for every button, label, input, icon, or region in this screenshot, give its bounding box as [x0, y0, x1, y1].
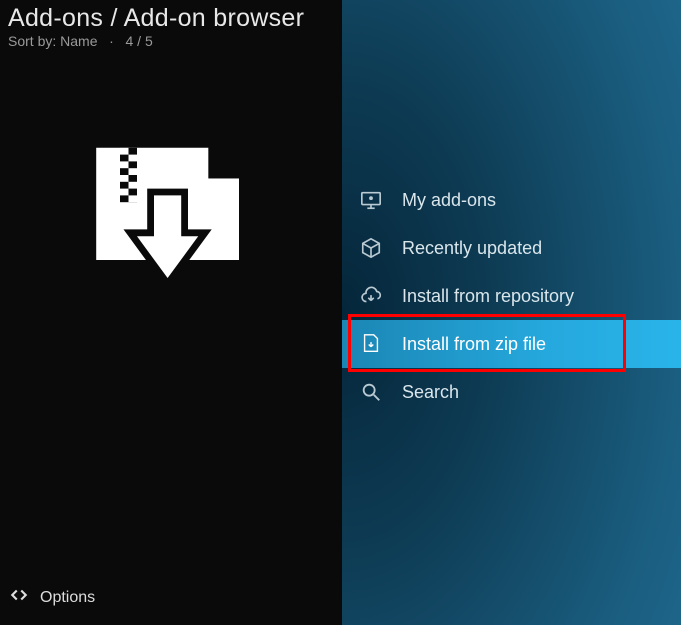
- menu-item-search[interactable]: Search: [342, 368, 681, 416]
- search-icon: [360, 381, 382, 403]
- sub-header: Sort by: Name · 4 / 5: [0, 33, 342, 49]
- left-panel: Add-ons / Add-on browser Sort by: Name ·…: [0, 0, 342, 625]
- monitor-icon: [360, 189, 382, 211]
- menu-label: Search: [402, 382, 459, 403]
- box-icon: [360, 237, 382, 259]
- menu-label: My add-ons: [402, 190, 496, 211]
- options-button[interactable]: Options: [10, 586, 95, 609]
- menu-item-recently-updated[interactable]: Recently updated: [342, 224, 681, 272]
- menu-item-my-addons[interactable]: My add-ons: [342, 176, 681, 224]
- zip-download-icon: [86, 141, 256, 299]
- separator: [101, 33, 109, 49]
- options-label: Options: [40, 589, 95, 607]
- header: Add-ons / Add-on browser: [0, 0, 342, 33]
- sort-label: Sort by: Name: [8, 33, 97, 49]
- breadcrumb: Add-ons / Add-on browser: [8, 4, 334, 33]
- menu-label: Install from zip file: [402, 334, 546, 355]
- menu-label: Install from repository: [402, 286, 574, 307]
- section-icon-zone: [0, 49, 342, 625]
- menu-item-install-zip[interactable]: Install from zip file: [342, 320, 681, 368]
- menu-label: Recently updated: [402, 238, 542, 259]
- cloud-download-icon: [360, 285, 382, 307]
- zip-file-icon: [360, 333, 382, 355]
- options-icon: [10, 586, 28, 609]
- menu-item-install-repository[interactable]: Install from repository: [342, 272, 681, 320]
- menu-panel: My add-ons Recently updated Install from…: [342, 0, 681, 625]
- item-counter: 4 / 5: [126, 33, 153, 49]
